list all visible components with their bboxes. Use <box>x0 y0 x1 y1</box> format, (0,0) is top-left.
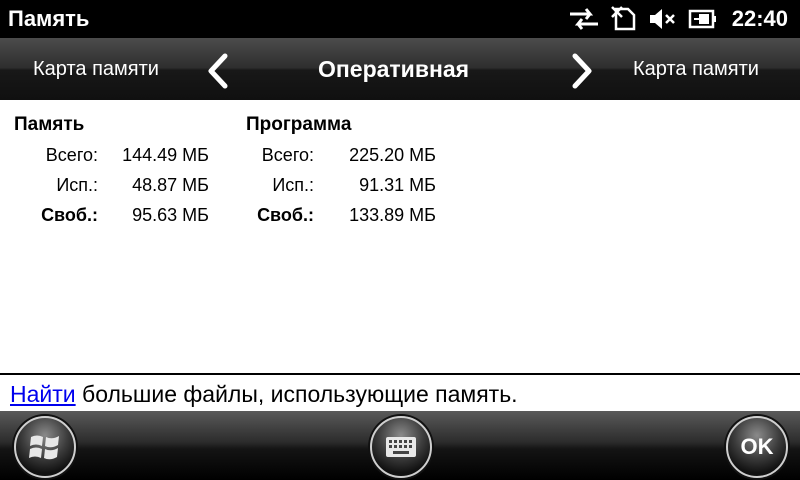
chevron-left-icon[interactable] <box>205 53 231 89</box>
memory-free-row: Своб.: 95.63 МБ <box>14 200 209 230</box>
find-files-text: Найти большие файлы, использующие память… <box>10 381 518 408</box>
program-used-row: Исп.: 91.31 МБ <box>246 170 436 200</box>
sync-arrows-icon[interactable] <box>568 6 600 32</box>
program-total-row: Всего: 225.20 МБ <box>246 140 436 170</box>
window-title: Память <box>8 6 90 31</box>
ok-button[interactable]: OK <box>726 416 788 478</box>
program-total-label: Всего: <box>261 145 314 165</box>
memory-used-label: Исп.: <box>56 175 98 195</box>
title-bar: Память 22:40 <box>0 0 800 38</box>
program-free-label: Своб.: <box>257 205 314 225</box>
clock[interactable]: 22:40 <box>732 6 788 32</box>
chevron-right-icon[interactable] <box>569 53 595 89</box>
windows-start-icon <box>29 435 59 460</box>
memory-free-value: 95.63 МБ <box>132 205 209 225</box>
program-free-row: Своб.: 133.89 МБ <box>246 200 436 230</box>
memory-heading: Память <box>14 114 85 135</box>
keyboard-icon <box>386 437 416 457</box>
program-free-value: 133.89 МБ <box>349 205 436 225</box>
find-link[interactable]: Найти <box>10 381 76 407</box>
memory-total-row: Всего: 144.49 МБ <box>14 140 209 170</box>
tab-storage-card-right[interactable]: Карта памяти <box>633 58 759 81</box>
tab-strip: Карта памяти Оперативная Карта памяти <box>0 38 800 100</box>
program-heading: Программа <box>246 114 352 135</box>
status-icons: 22:40 <box>558 0 800 38</box>
memory-total-label: Всего: <box>45 145 98 165</box>
memory-used-value: 48.87 МБ <box>132 175 209 195</box>
start-button[interactable] <box>14 416 76 478</box>
program-total-value: 225.20 МБ <box>349 145 436 165</box>
memory-used-row: Исп.: 48.87 МБ <box>14 170 209 200</box>
no-sim-icon[interactable] <box>610 5 638 33</box>
program-used-label: Исп.: <box>272 175 314 195</box>
program-used-value: 91.31 МБ <box>359 175 436 195</box>
softkey-bar: OK <box>0 411 800 480</box>
find-description: большие файлы, использующие память. <box>75 381 518 407</box>
battery-charging-icon[interactable] <box>688 8 718 30</box>
ok-label: OK <box>740 434 774 459</box>
find-files-bar: Найти большие файлы, использующие память… <box>0 373 800 413</box>
memory-free-label: Своб.: <box>41 205 98 225</box>
keyboard-button[interactable] <box>370 416 432 478</box>
speaker-muted-icon[interactable] <box>648 6 678 32</box>
tab-storage-card-left[interactable]: Карта памяти <box>33 58 159 81</box>
memory-section: Память Всего: 144.49 МБ Исп.: 48.87 МБ С… <box>14 114 209 230</box>
program-section: Программа Всего: 225.20 МБ Исп.: 91.31 М… <box>246 114 436 230</box>
memory-total-value: 144.49 МБ <box>122 145 209 165</box>
tab-current-ram[interactable]: Оперативная <box>318 56 469 83</box>
